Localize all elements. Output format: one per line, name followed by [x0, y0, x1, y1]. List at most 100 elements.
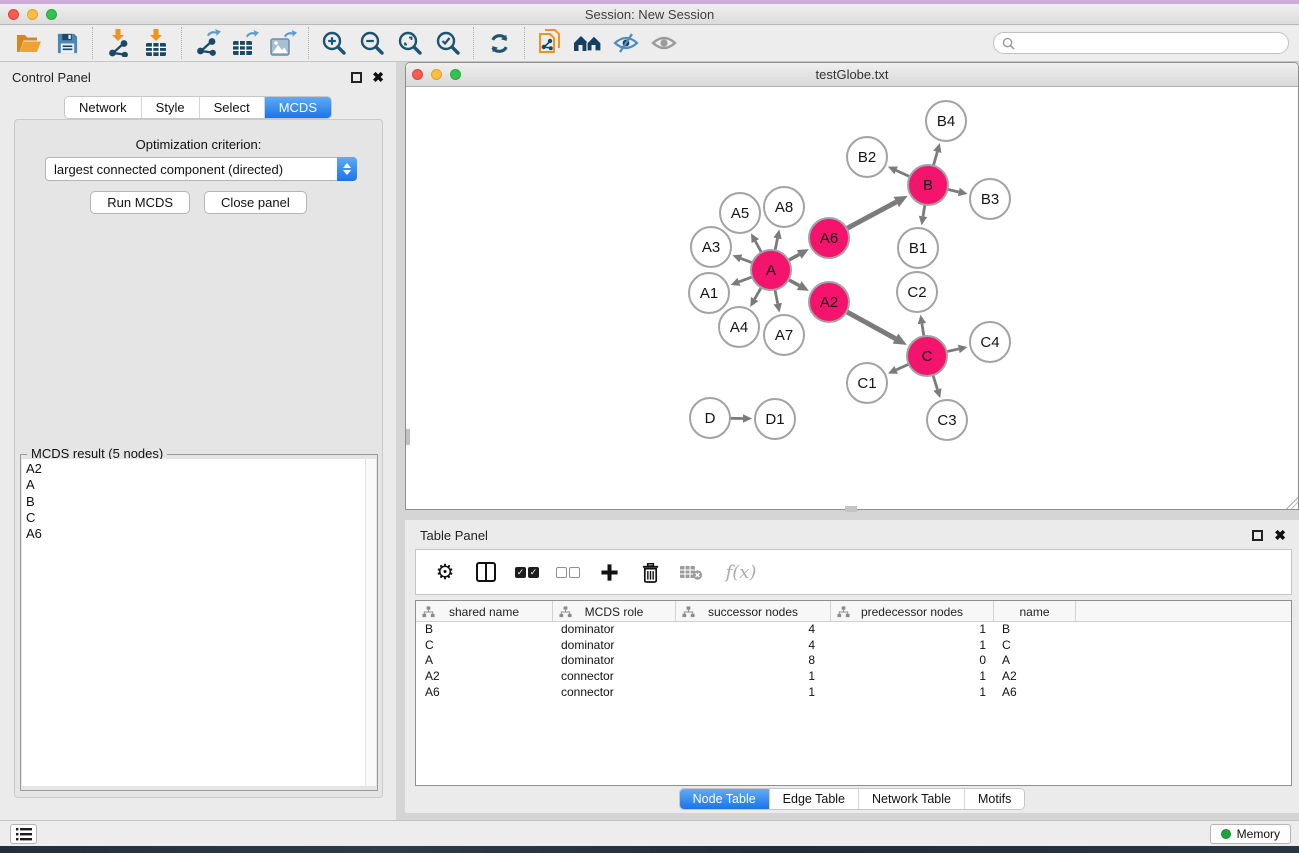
table-cell[interactable]: 0: [831, 653, 994, 669]
edge-A2-C[interactable]: [847, 312, 896, 339]
minimize-window-button[interactable]: [27, 9, 38, 20]
import-table-button[interactable]: [137, 26, 175, 60]
table-close-panel-icon[interactable]: ✖: [1274, 527, 1286, 544]
table-cell[interactable]: A2: [994, 669, 1076, 685]
delete-column-button[interactable]: [637, 559, 663, 585]
select-all-columns-button[interactable]: ✓✓: [514, 559, 540, 585]
column-header-name[interactable]: name: [994, 601, 1076, 622]
table-settings-button[interactable]: ⚙: [432, 559, 458, 585]
zoom-window-button[interactable]: [46, 9, 57, 20]
network-close-button[interactable]: [412, 69, 423, 80]
table-cell[interactable]: C: [416, 638, 553, 654]
close-panel-icon[interactable]: ✖: [372, 69, 384, 86]
edge-C-C3[interactable]: [933, 375, 937, 389]
edge-A-A7[interactable]: [775, 290, 778, 304]
table-cell[interactable]: 1: [676, 669, 831, 685]
network-graph[interactable]: B4B2BB3A8A5A6A3B1AC2A1A2A4A7C4CC1DD1C3: [406, 88, 1298, 509]
tab-edge-table[interactable]: Edge Table: [770, 789, 859, 809]
open-session-button[interactable]: [10, 26, 48, 60]
edge-C-C2[interactable]: [922, 324, 924, 337]
zoom-in-button[interactable]: [315, 26, 353, 60]
network-hscroll-thumb[interactable]: [845, 506, 857, 512]
table-cell[interactable]: 1: [831, 685, 994, 701]
mcds-result-scrollbar[interactable]: [365, 459, 376, 786]
table-cell[interactable]: dominator: [553, 638, 676, 654]
network-from-file-button[interactable]: [531, 26, 569, 60]
tab-select[interactable]: Select: [200, 97, 265, 118]
table-cell[interactable]: 1: [831, 669, 994, 685]
network-vscroll-thumb[interactable]: [406, 429, 410, 445]
tab-node-table[interactable]: Node Table: [680, 789, 770, 809]
mcds-result-item[interactable]: A2: [22, 461, 365, 477]
export-network-button[interactable]: [188, 26, 226, 60]
eye-button[interactable]: [645, 26, 683, 60]
edge-A-A2[interactable]: [789, 280, 800, 286]
export-image-button[interactable]: [264, 26, 302, 60]
column-header-mcds-role[interactable]: MCDS role: [553, 601, 676, 622]
task-history-button[interactable]: [10, 824, 37, 844]
table-cell[interactable]: A6: [416, 685, 553, 701]
mcds-result-item[interactable]: A6: [22, 526, 365, 542]
table-cell[interactable]: 4: [676, 638, 831, 654]
edge-A-A5[interactable]: [755, 241, 761, 252]
add-column-button[interactable]: [596, 559, 622, 585]
mcds-result-item[interactable]: A: [22, 477, 365, 493]
column-view-button[interactable]: [473, 559, 499, 585]
close-window-button[interactable]: [8, 9, 19, 20]
zoom-out-button[interactable]: [353, 26, 391, 60]
edge-B-B4[interactable]: [933, 152, 937, 166]
table-row[interactable]: Adominator80A: [416, 653, 1291, 669]
tab-mcds[interactable]: MCDS: [265, 97, 331, 118]
column-header-shared-name[interactable]: shared name: [416, 601, 553, 622]
table-cell[interactable]: 1: [676, 685, 831, 701]
edge-B-B1[interactable]: [923, 205, 925, 217]
table-cell[interactable]: connector: [553, 685, 676, 701]
table-cell[interactable]: A: [994, 653, 1076, 669]
zoom-fit-button[interactable]: [391, 26, 429, 60]
memory-button[interactable]: Memory: [1210, 824, 1291, 844]
run-mcds-button[interactable]: Run MCDS: [90, 191, 190, 214]
edge-A-A3[interactable]: [741, 258, 752, 262]
export-table-button[interactable]: [226, 26, 264, 60]
edge-A-A8[interactable]: [775, 238, 777, 250]
table-cell[interactable]: 1: [831, 622, 994, 638]
edge-A-A1[interactable]: [739, 277, 752, 282]
table-cell[interactable]: dominator: [553, 653, 676, 669]
table-cell[interactable]: 8: [676, 653, 831, 669]
search-input[interactable]: [1020, 35, 1280, 51]
mcds-result-item[interactable]: C: [22, 510, 365, 526]
table-cell[interactable]: B: [994, 622, 1076, 638]
edge-C-C1[interactable]: [896, 364, 909, 370]
zoom-selected-button[interactable]: [429, 26, 467, 60]
delete-table-button[interactable]: [678, 559, 704, 585]
houses-button[interactable]: [569, 26, 607, 60]
edge-A6-B[interactable]: [847, 202, 897, 229]
edge-A-A4[interactable]: [755, 287, 762, 299]
refresh-button[interactable]: [480, 26, 518, 60]
table-cell[interactable]: A: [416, 653, 553, 669]
tab-style[interactable]: Style: [142, 97, 200, 118]
table-cell[interactable]: dominator: [553, 622, 676, 638]
table-float-panel-icon[interactable]: [1252, 530, 1263, 541]
network-minimize-button[interactable]: [431, 69, 442, 80]
tab-network[interactable]: Network: [65, 97, 142, 118]
table-cell[interactable]: C: [994, 638, 1076, 654]
optimization-criterion-dropdown[interactable]: largest connected component (directed): [45, 157, 357, 181]
import-network-button[interactable]: [99, 26, 137, 60]
edge-B-B2[interactable]: [896, 170, 910, 176]
edge-A-A6[interactable]: [789, 254, 800, 260]
eye-slash-button[interactable]: [607, 26, 645, 60]
network-resize-grip[interactable]: [1286, 497, 1298, 509]
edge-B-B3[interactable]: [948, 189, 959, 192]
float-panel-icon[interactable]: [351, 72, 362, 83]
column-header-predecessor-nodes[interactable]: predecessor nodes: [831, 601, 994, 622]
table-row[interactable]: Bdominator41B: [416, 622, 1291, 638]
table-cell[interactable]: 4: [676, 622, 831, 638]
column-header-successor-nodes[interactable]: successor nodes: [676, 601, 831, 622]
network-zoom-button[interactable]: [450, 69, 461, 80]
table-cell[interactable]: connector: [553, 669, 676, 685]
table-cell[interactable]: A6: [994, 685, 1076, 701]
deselect-all-columns-button[interactable]: [555, 559, 581, 585]
table-row[interactable]: A2connector11A2: [416, 669, 1291, 685]
close-panel-button[interactable]: Close panel: [204, 191, 307, 214]
